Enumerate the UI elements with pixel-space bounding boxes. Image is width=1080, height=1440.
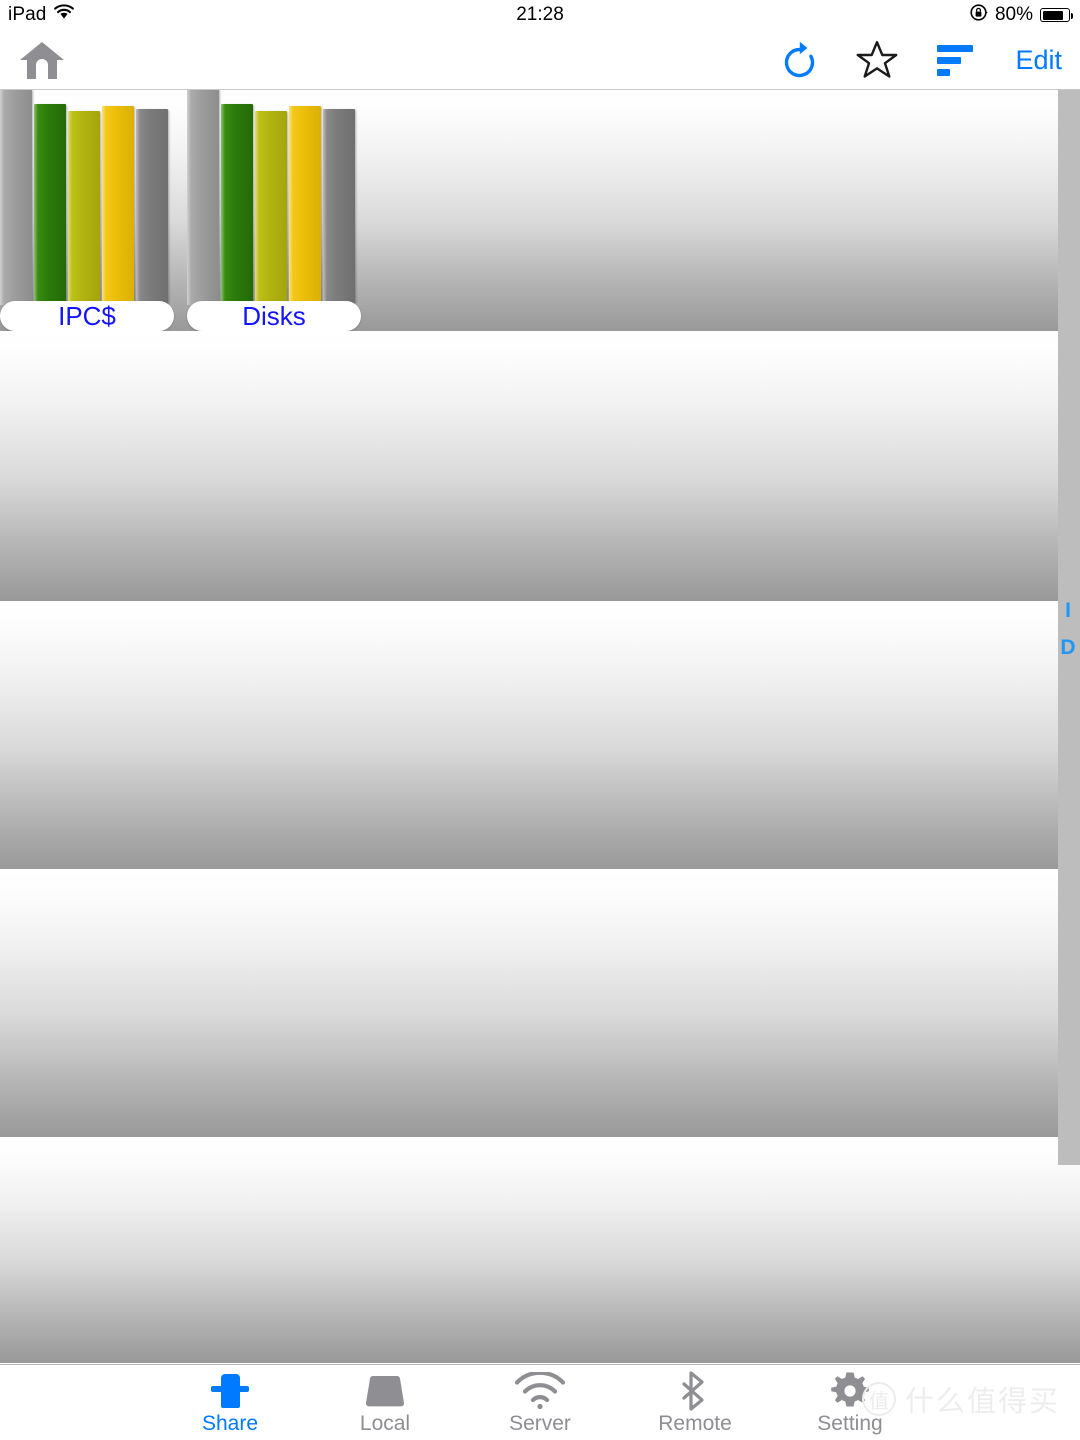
tab-label: Setting xyxy=(817,1412,883,1435)
book-spine xyxy=(323,109,355,305)
app-root: iPad 21:28 80% Edit IPC$ Disks I D Share… xyxy=(0,0,1080,1440)
tab-local[interactable]: Local xyxy=(308,1372,463,1434)
sort-icon[interactable] xyxy=(933,38,977,82)
refresh-icon[interactable] xyxy=(777,38,821,82)
shelf-row: IPC$ Disks xyxy=(0,90,1080,332)
book-spines xyxy=(0,90,176,305)
section-index-letter[interactable]: I xyxy=(1065,600,1071,621)
share-item-label: IPC$ xyxy=(0,301,174,331)
tab-server[interactable]: Server xyxy=(463,1372,618,1434)
book-spine xyxy=(34,104,66,305)
wifi-icon xyxy=(513,1372,567,1410)
book-spine xyxy=(221,104,253,305)
shelf-row xyxy=(0,602,1080,870)
tab-label: Share xyxy=(201,1412,259,1435)
navigation-bar: Edit xyxy=(0,30,1080,90)
section-index-letter[interactable]: D xyxy=(1060,637,1075,658)
book-spine xyxy=(255,111,287,305)
star-outline-icon[interactable] xyxy=(855,38,899,82)
shelf-row xyxy=(0,1138,1080,1364)
book-spine xyxy=(289,106,321,305)
tab-setting[interactable]: Setting xyxy=(773,1372,928,1434)
share-item-ipc[interactable]: IPC$ xyxy=(0,90,176,331)
share-items-container: IPC$ Disks xyxy=(0,90,374,331)
book-spine xyxy=(102,106,134,305)
battery-icon xyxy=(1040,8,1073,22)
shelf-row xyxy=(0,870,1080,1138)
tab-remote[interactable]: Remote xyxy=(618,1371,773,1435)
status-bar-clock: 21:28 xyxy=(516,4,564,25)
rotation-lock-icon xyxy=(969,3,988,28)
home-icon[interactable] xyxy=(18,38,66,82)
navigation-bar-actions: Edit xyxy=(777,30,1062,90)
tab-share[interactable]: Share xyxy=(153,1372,308,1434)
gear-icon xyxy=(830,1372,870,1410)
book-spine xyxy=(136,109,168,305)
status-bar: iPad 21:28 80% xyxy=(0,0,1080,30)
bluetooth-icon xyxy=(679,1371,711,1411)
tab-label: Remote xyxy=(658,1412,732,1435)
edit-button[interactable]: Edit xyxy=(1011,45,1062,76)
book-spine xyxy=(68,111,100,305)
tab-label: Server xyxy=(509,1412,571,1435)
local-drive-icon xyxy=(358,1372,412,1410)
battery-percent-label: 80% xyxy=(994,4,1033,25)
share-plug-icon xyxy=(210,1372,250,1410)
book-spine xyxy=(0,90,32,305)
tab-bar: Share Local Server Remote Setting xyxy=(0,1364,1080,1440)
book-spines xyxy=(187,90,363,305)
share-item-label: Disks xyxy=(187,301,361,331)
tab-label: Local xyxy=(359,1412,411,1435)
book-spine xyxy=(187,90,219,305)
share-item-disks[interactable]: Disks xyxy=(187,90,363,331)
status-bar-right: 80% xyxy=(969,3,1073,28)
share-list[interactable]: IPC$ Disks xyxy=(0,90,1080,1364)
shelf-row xyxy=(0,332,1080,602)
section-index[interactable]: I D xyxy=(1057,600,1079,658)
